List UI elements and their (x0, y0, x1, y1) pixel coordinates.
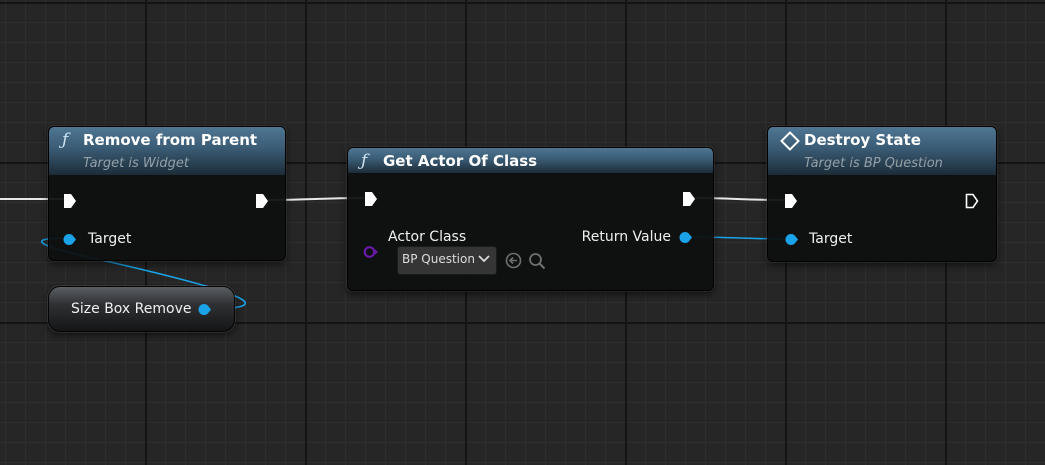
object-pin-icon[interactable] (785, 233, 798, 246)
return-value-pin-label: Return Value (581, 229, 671, 245)
destroy-state-node[interactable]: Destroy State Target is BP Question Targ… (767, 126, 997, 262)
actor-class-pin-label: Actor Class (388, 229, 467, 245)
node-title: Remove from Parent (83, 131, 258, 149)
object-pin-icon[interactable] (63, 233, 76, 246)
actor-class-dropdown[interactable]: BP Question (397, 246, 497, 275)
function-icon: ƒ (361, 151, 368, 171)
exec-in-pin-icon[interactable] (784, 193, 798, 209)
target-pin-label: Target (88, 231, 132, 247)
node-title: Get Actor Of Class (383, 152, 538, 170)
exec-out-pin-icon[interactable] (965, 193, 979, 209)
node-subtitle: Target is BP Question (804, 156, 943, 171)
object-pin-icon[interactable] (679, 231, 692, 244)
class-pin-icon[interactable] (363, 245, 379, 259)
use-selected-icon[interactable] (505, 252, 522, 269)
browse-icon[interactable] (528, 252, 546, 270)
exec-out-pin-icon[interactable] (682, 191, 696, 207)
get-actor-of-class-node[interactable]: ƒ Get Actor Of Class Actor Class BP Ques… (347, 147, 714, 291)
node-title: Destroy State (804, 131, 921, 149)
target-pin-label: Target (809, 231, 853, 247)
chevron-down-icon (478, 255, 490, 263)
exec-out-pin-icon[interactable] (255, 193, 269, 209)
function-icon: ƒ (62, 130, 69, 150)
object-pin-icon[interactable] (198, 303, 211, 316)
size-box-remove-variable-node[interactable]: Size Box Remove (48, 286, 235, 332)
exec-in-pin-icon[interactable] (63, 193, 77, 209)
remove-from-parent-node[interactable]: ƒ Remove from Parent Target is Widget Ta… (48, 126, 286, 261)
actor-class-dropdown-value: BP Question (402, 252, 475, 266)
node-subtitle: Target is Widget (83, 156, 189, 171)
exec-in-pin-icon[interactable] (364, 191, 378, 207)
variable-label: Size Box Remove (71, 301, 192, 317)
